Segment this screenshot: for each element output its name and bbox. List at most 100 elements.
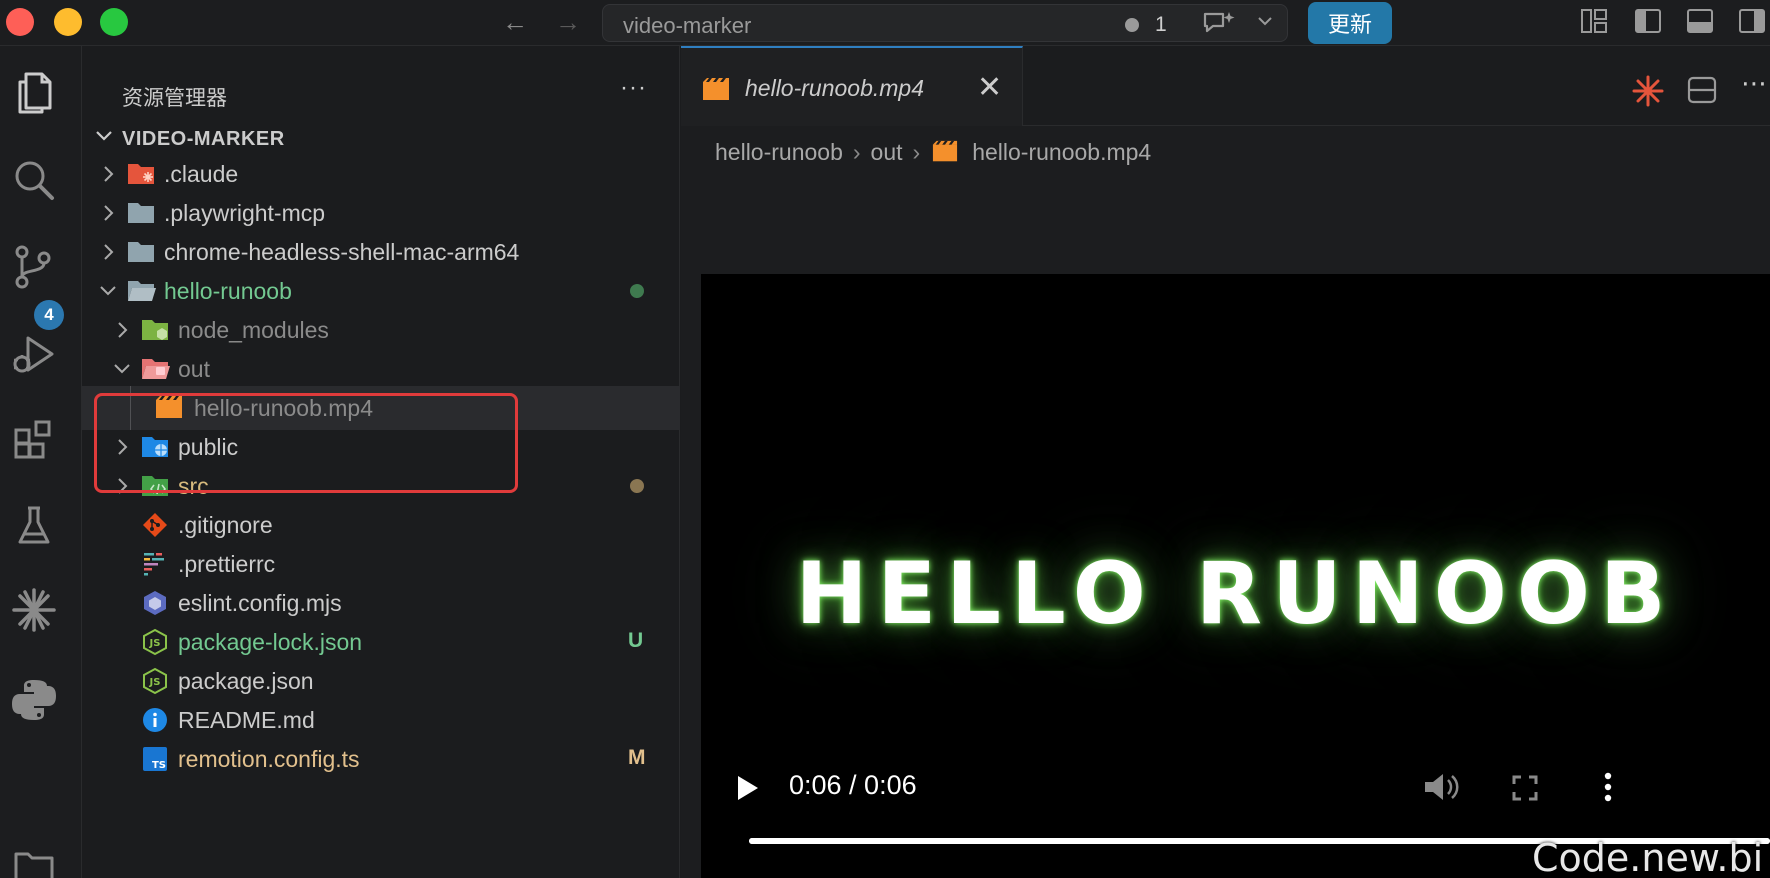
- breadcrumb-item[interactable]: out: [871, 139, 903, 166]
- vscode-window: ← → video-marker 1 更新 4 资源管理器 ··· VIDEO-…: [0, 0, 1770, 878]
- tree-item-label: .prettierrc: [178, 551, 276, 577]
- search-icon[interactable]: [10, 156, 58, 204]
- tree-item-hello-runoob-mp4[interactable]: hello-runoob.mp4: [82, 386, 680, 430]
- tree-item-label: node_modules: [178, 317, 329, 343]
- nodejs-file-icon: JS: [143, 667, 167, 695]
- activity-bar: 4: [0, 46, 82, 878]
- chevron-down-icon[interactable]: [1255, 11, 1275, 36]
- breadcrumb-item[interactable]: hello-runoob: [715, 139, 843, 166]
- tree-item-label: src: [178, 473, 209, 499]
- chevron-right-icon: [118, 478, 128, 494]
- forward-arrow-icon[interactable]: →: [555, 7, 581, 37]
- fullscreen-icon[interactable]: [1511, 774, 1539, 802]
- chevron-right-icon: [104, 205, 114, 221]
- tree-item-prettierrc[interactable]: .prettierrc: [82, 542, 680, 586]
- tree-item-eslint-config[interactable]: eslint.config.mjs: [82, 581, 680, 625]
- video-file-icon: [156, 396, 182, 418]
- tree-item-node-modules-folder[interactable]: node_modules: [82, 308, 680, 352]
- tree-item-playwright-folder[interactable]: .playwright-mcp: [82, 191, 680, 235]
- tree-item-gitignore[interactable]: .gitignore: [82, 503, 680, 547]
- tree-item-label: remotion.config.ts: [178, 746, 360, 772]
- close-icon[interactable]: ✕: [977, 70, 1002, 105]
- tree-item-label: .gitignore: [178, 512, 273, 538]
- claude-icon[interactable]: [10, 586, 58, 634]
- command-center-search[interactable]: video-marker 1: [602, 4, 1288, 42]
- tab-label: hello-runoob.mp4: [745, 75, 925, 101]
- toggle-panel-icon[interactable]: [1686, 8, 1714, 34]
- chevron-right-icon: ›: [912, 138, 921, 165]
- modified-dot-icon: [630, 284, 644, 298]
- tree-item-label: public: [178, 434, 239, 460]
- out-folder-open-icon: [142, 359, 170, 379]
- title-bar: ← → video-marker 1 更新: [0, 0, 1770, 46]
- watermark: Code.new.bi: [1532, 836, 1764, 878]
- nodejs-file-icon: JS: [143, 628, 167, 656]
- typescript-file-icon: TS: [143, 747, 167, 771]
- tree-item-src-folder[interactable]: src: [82, 464, 680, 508]
- more-actions-icon[interactable]: ···: [620, 74, 647, 102]
- tree-item-hello-runoob-folder[interactable]: hello-runoob: [82, 269, 680, 313]
- tree-item-label: .playwright-mcp: [164, 200, 326, 226]
- chevron-right-icon: [104, 244, 114, 260]
- explorer-icon[interactable]: [10, 68, 58, 116]
- tree-item-out-folder[interactable]: out: [82, 347, 680, 391]
- close-window-button[interactable]: [6, 8, 34, 36]
- workspace-root-label: VIDEO-MARKER: [122, 128, 285, 150]
- run-debug-icon[interactable]: [10, 330, 58, 378]
- video-file-icon: [933, 140, 958, 162]
- folder-icon[interactable]: [10, 842, 58, 878]
- tree-item-remotion-config[interactable]: TS remotion.config.ts M: [82, 737, 680, 781]
- chevron-down-icon: [100, 286, 116, 296]
- tree-item-label: package-lock.json: [178, 629, 363, 655]
- svg-text:TS: TS: [152, 760, 166, 771]
- source-control-badge: 4: [34, 300, 64, 330]
- customize-layout-icon[interactable]: [1580, 8, 1608, 34]
- volume-icon[interactable]: [1421, 770, 1461, 804]
- tree-item-label: chrome-headless-shell-mac-arm64: [164, 239, 520, 265]
- update-button[interactable]: 更新: [1308, 2, 1392, 44]
- tree-item-label: package.json: [178, 668, 314, 694]
- prettier-file-icon: [144, 553, 164, 576]
- chevron-right-icon: [118, 322, 128, 338]
- minimize-window-button[interactable]: [54, 8, 82, 36]
- modified-status: M: [628, 746, 646, 769]
- explorer-sidebar: 资源管理器 ··· VIDEO-MARKER .claude .playwrig…: [82, 46, 680, 878]
- video-frame-text: HELLO RUNOOB: [795, 544, 1676, 644]
- tree-item-public-folder[interactable]: public: [82, 425, 680, 469]
- tree-item-claude-folder[interactable]: .claude: [82, 152, 680, 196]
- source-control-icon[interactable]: [10, 242, 58, 290]
- svg-text:JS: JS: [149, 638, 161, 649]
- tab-hello-runoob-mp4[interactable]: hello-runoob.mp4 ✕: [681, 46, 1023, 126]
- tree-item-label: eslint.config.mjs: [178, 590, 342, 616]
- indent-guide: [130, 386, 131, 430]
- back-arrow-icon[interactable]: ←: [502, 7, 528, 37]
- modified-dot-icon: [630, 479, 644, 493]
- testing-flask-icon[interactable]: [10, 502, 58, 550]
- extensions-icon[interactable]: [10, 416, 58, 464]
- chevron-right-icon: [118, 439, 128, 455]
- play-icon[interactable]: [735, 774, 761, 802]
- more-actions-icon[interactable]: ⋯: [1741, 68, 1767, 99]
- folder-icon: [128, 203, 154, 223]
- toggle-primary-sidebar-icon[interactable]: [1634, 8, 1662, 34]
- claude-folder-icon: [128, 164, 154, 184]
- tree-item-readme[interactable]: README.md: [82, 698, 680, 742]
- editor-area: hello-runoob.mp4 ✕ ⋯ hello-runoob › out …: [681, 46, 1770, 878]
- split-editor-icon[interactable]: [1687, 76, 1717, 104]
- eslint-file-icon: [144, 591, 166, 615]
- toggle-secondary-sidebar-icon[interactable]: [1738, 8, 1766, 34]
- breadcrumb-item[interactable]: hello-runoob.mp4: [972, 139, 1151, 166]
- video-player[interactable]: HELLO RUNOOB 0:06 / 0:06: [701, 274, 1770, 878]
- problems-count[interactable]: 1: [1155, 13, 1167, 37]
- python-icon[interactable]: [10, 676, 58, 724]
- tree-item-label: hello-runoob: [164, 278, 292, 304]
- tree-item-package-lock[interactable]: JS package-lock.json U: [82, 620, 680, 664]
- tree-item-package-json[interactable]: JS package.json: [82, 659, 680, 703]
- tree-item-chrome-folder[interactable]: chrome-headless-shell-mac-arm64: [82, 230, 680, 274]
- chat-sparkle-icon[interactable]: [1201, 9, 1237, 44]
- more-options-icon[interactable]: [1603, 772, 1613, 802]
- public-folder-icon: [142, 437, 168, 457]
- maximize-window-button[interactable]: [100, 8, 128, 36]
- tree-item-label: out: [178, 356, 210, 382]
- claude-action-icon[interactable]: [1631, 74, 1665, 108]
